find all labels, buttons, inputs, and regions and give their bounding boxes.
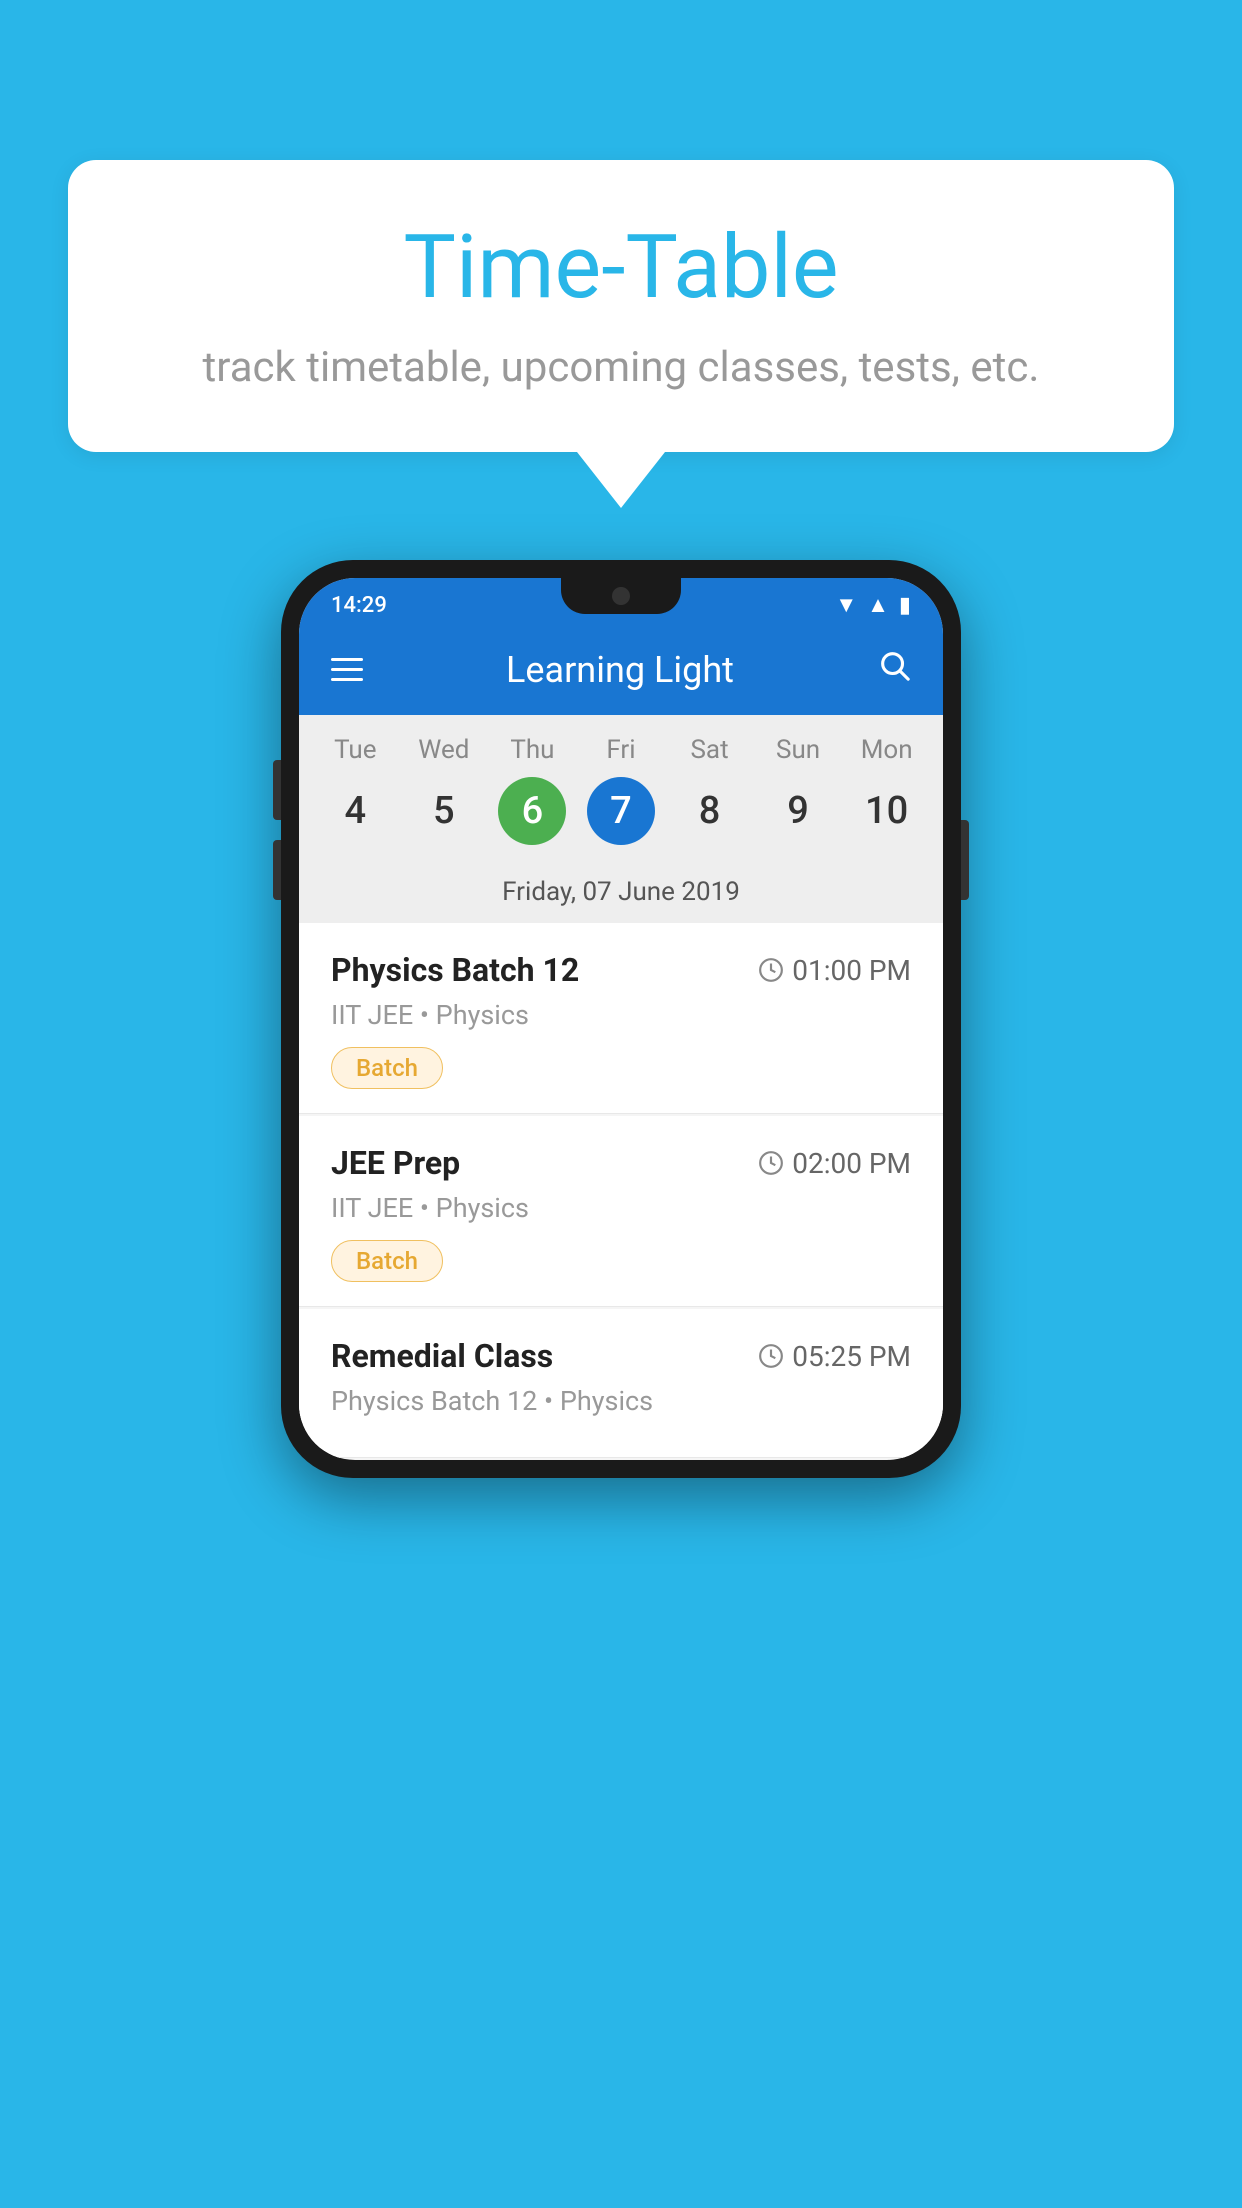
schedule-item-1-subtitle: IIT JEE • Physics	[331, 999, 911, 1031]
signal-icon: ▲	[867, 592, 889, 618]
schedule-item-3-subtitle: Physics Batch 12 • Physics	[331, 1385, 911, 1417]
wifi-icon: ▼	[835, 592, 857, 618]
clock-icon-3	[758, 1343, 784, 1369]
days-row: Tue 4 Wed 5 Thu 6 Fri 7	[299, 735, 943, 865]
status-time: 14:29	[331, 593, 387, 618]
phone-frame: 14:29 ▼ ▲ ▮ Learning Light	[281, 560, 961, 1478]
app-title: Learning Light	[506, 649, 734, 691]
schedule-item-3[interactable]: Remedial Class 05:25 PM Physics Batch 12…	[299, 1309, 943, 1458]
day-col-tue[interactable]: Tue 4	[321, 735, 389, 865]
day-col-sat[interactable]: Sat 8	[676, 735, 744, 865]
schedule-list: Physics Batch 12 01:00 PM IIT JEE • Phys…	[299, 923, 943, 1458]
speech-bubble-card: Time-Table track timetable, upcoming cla…	[68, 160, 1174, 452]
status-icons: ▼ ▲ ▮	[835, 592, 911, 618]
schedule-item-2-title: JEE Prep	[331, 1144, 460, 1182]
hamburger-menu-button[interactable]	[331, 658, 363, 681]
schedule-item-3-time: 05:25 PM	[758, 1340, 911, 1373]
speech-bubble-section: Time-Table track timetable, upcoming cla…	[68, 160, 1174, 508]
bubble-tail	[577, 452, 665, 508]
schedule-item-2-subtitle: IIT JEE • Physics	[331, 1192, 911, 1224]
day-col-wed[interactable]: Wed 5	[410, 735, 478, 865]
schedule-item-1-header: Physics Batch 12 01:00 PM	[331, 951, 911, 989]
app-header: Learning Light	[299, 628, 943, 715]
schedule-item-2[interactable]: JEE Prep 02:00 PM IIT JEE • Physics Batc…	[299, 1116, 943, 1307]
bubble-subtitle: track timetable, upcoming classes, tests…	[128, 343, 1114, 392]
schedule-item-1-time: 01:00 PM	[758, 954, 911, 987]
schedule-item-2-header: JEE Prep 02:00 PM	[331, 1144, 911, 1182]
calendar-strip: Tue 4 Wed 5 Thu 6 Fri 7	[299, 715, 943, 923]
day-col-mon[interactable]: Mon 10	[853, 735, 921, 865]
batch-badge-2: Batch	[331, 1240, 443, 1282]
selected-date-label: Friday, 07 June 2019	[299, 865, 943, 923]
schedule-item-1-title: Physics Batch 12	[331, 951, 579, 989]
volume-down-button	[273, 840, 281, 900]
phone-mockup: 14:29 ▼ ▲ ▮ Learning Light	[281, 560, 961, 1478]
clock-icon-2	[758, 1150, 784, 1176]
front-camera	[612, 587, 630, 605]
day-col-thu[interactable]: Thu 6	[498, 735, 566, 865]
day-col-sun[interactable]: Sun 9	[764, 735, 832, 865]
volume-up-button	[273, 760, 281, 820]
schedule-item-1[interactable]: Physics Batch 12 01:00 PM IIT JEE • Phys…	[299, 923, 943, 1114]
phone-screen: 14:29 ▼ ▲ ▮ Learning Light	[299, 578, 943, 1460]
schedule-item-2-time: 02:00 PM	[758, 1147, 911, 1180]
day-col-fri[interactable]: Fri 7	[587, 735, 655, 865]
power-button	[961, 820, 969, 900]
schedule-item-3-header: Remedial Class 05:25 PM	[331, 1337, 911, 1375]
clock-icon-1	[758, 957, 784, 983]
schedule-item-3-title: Remedial Class	[331, 1337, 553, 1375]
battery-icon: ▮	[899, 593, 911, 618]
phone-notch	[561, 578, 681, 614]
batch-badge-1: Batch	[331, 1047, 443, 1089]
search-button[interactable]	[877, 648, 911, 691]
bubble-title: Time-Table	[128, 216, 1114, 319]
